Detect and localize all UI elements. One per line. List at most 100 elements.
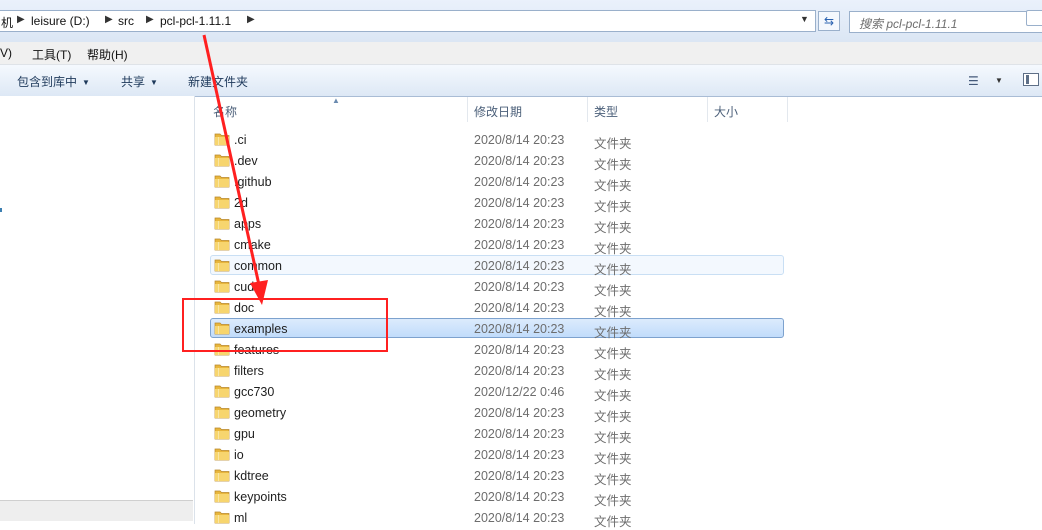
file-row[interactable]: apps 2020/8/14 20:23 文件夹 xyxy=(195,213,1042,235)
folder-icon xyxy=(214,490,230,503)
file-modified-date: 2020/8/14 20:23 xyxy=(474,448,565,462)
file-type: 文件夹 xyxy=(594,515,632,529)
column-divider[interactable] xyxy=(467,97,468,122)
folder-icon xyxy=(214,196,230,209)
file-row[interactable]: keypoints 2020/8/14 20:23 文件夹 xyxy=(195,486,1042,508)
file-name: gcc730 xyxy=(234,385,275,399)
include-in-library-button[interactable]: 包含到库中 ▼ xyxy=(17,73,90,90)
folder-icon xyxy=(214,448,230,461)
column-header-size[interactable]: 大小 xyxy=(714,103,738,120)
column-divider[interactable] xyxy=(787,97,788,122)
file-row[interactable]: io 2020/8/14 20:23 文件夹 xyxy=(195,444,1042,466)
column-header-row: ▲ 名称 修改日期 类型 大小 xyxy=(195,96,1042,123)
file-name: cuda xyxy=(234,280,262,294)
file-name: filters xyxy=(234,364,264,378)
address-history-dropdown-icon[interactable]: ▼ xyxy=(800,14,809,24)
view-dropdown-icon[interactable]: ▼ xyxy=(995,76,1003,85)
file-modified-date: 2020/8/14 20:23 xyxy=(474,196,565,210)
column-divider[interactable] xyxy=(707,97,708,122)
file-row[interactable]: cuda 2020/8/14 20:23 文件夹 xyxy=(195,276,1042,298)
search-input[interactable]: 搜索 pcl-pcl-1.11.1 xyxy=(849,10,1042,33)
file-name: geometry xyxy=(234,406,287,420)
column-header-date[interactable]: 修改日期 xyxy=(474,103,522,120)
navigation-pane[interactable] xyxy=(0,96,195,524)
breadcrumb-current-folder[interactable]: pcl-pcl-1.11.1 xyxy=(160,14,231,28)
file-row[interactable]: geometry 2020/8/14 20:23 文件夹 xyxy=(195,402,1042,424)
file-row[interactable]: ml 2020/8/14 20:23 文件夹 xyxy=(195,507,1042,529)
refresh-button[interactable]: ⇆ xyxy=(818,11,840,31)
refresh-icon: ⇆ xyxy=(823,14,835,28)
view-options-icon[interactable]: ☰ xyxy=(968,74,979,88)
file-name: .ci xyxy=(234,133,247,147)
share-button[interactable]: 共享 ▼ xyxy=(121,73,158,90)
file-modified-date: 2020/8/14 20:23 xyxy=(474,259,565,273)
file-row[interactable]: filters 2020/8/14 20:23 文件夹 xyxy=(195,360,1042,382)
breadcrumb-computer[interactable]: 机 xyxy=(1,14,13,31)
breadcrumb-separator-icon[interactable]: ▶ xyxy=(17,14,25,25)
breadcrumb-separator-icon[interactable]: ▶ xyxy=(247,14,255,25)
sort-ascending-icon: ▲ xyxy=(332,96,340,105)
file-name: .dev xyxy=(234,154,258,168)
file-name: apps xyxy=(234,217,262,231)
nav-horizontal-scrollbar[interactable] xyxy=(0,500,193,521)
address-bar[interactable]: 机 ▶ leisure (D:) ▶ src ▶ pcl-pcl-1.11.1 … xyxy=(0,10,816,32)
file-row[interactable]: gpu 2020/8/14 20:23 文件夹 xyxy=(195,423,1042,445)
chevron-down-icon: ▼ xyxy=(150,78,158,87)
column-divider[interactable] xyxy=(587,97,588,122)
folder-icon xyxy=(214,217,230,230)
address-bar-row: 机 ▶ leisure (D:) ▶ src ▶ pcl-pcl-1.11.1 … xyxy=(0,0,1042,42)
breadcrumb-separator-icon[interactable]: ▶ xyxy=(105,14,113,25)
folder-icon xyxy=(214,406,230,419)
file-name: gpu xyxy=(234,427,255,441)
menu-tools[interactable]: 工具(T) xyxy=(32,46,71,63)
file-name: keypoints xyxy=(234,490,287,504)
file-row[interactable]: cmake 2020/8/14 20:23 文件夹 xyxy=(195,234,1042,256)
file-name: kdtree xyxy=(234,469,269,483)
file-modified-date: 2020/8/14 20:23 xyxy=(474,490,565,504)
file-name: ml xyxy=(234,511,248,525)
file-row[interactable]: kdtree 2020/8/14 20:23 文件夹 xyxy=(195,465,1042,487)
include-in-library-label: 包含到库中 xyxy=(17,75,78,89)
file-row[interactable]: .dev 2020/8/14 20:23 文件夹 xyxy=(195,150,1042,172)
file-modified-date: 2020/8/14 20:23 xyxy=(474,301,565,315)
folder-icon xyxy=(214,469,230,482)
file-row[interactable]: .ci 2020/8/14 20:23 文件夹 xyxy=(195,129,1042,151)
folder-icon xyxy=(214,175,230,188)
folder-icon xyxy=(214,238,230,251)
file-modified-date: 2020/8/14 20:23 xyxy=(474,133,565,147)
column-header-type[interactable]: 类型 xyxy=(594,103,618,120)
file-modified-date: 2020/8/14 20:23 xyxy=(474,427,565,441)
breadcrumb-separator-icon[interactable]: ▶ xyxy=(146,14,154,25)
search-icon[interactable] xyxy=(1026,10,1042,26)
file-modified-date: 2020/8/14 20:23 xyxy=(474,280,565,294)
folder-icon xyxy=(214,259,230,272)
folder-icon xyxy=(214,154,230,167)
file-modified-date: 2020/8/14 20:23 xyxy=(474,217,565,231)
menu-view[interactable]: V) xyxy=(0,46,12,60)
file-name: io xyxy=(234,448,244,462)
folder-icon xyxy=(214,280,230,293)
file-modified-date: 2020/8/14 20:23 xyxy=(474,406,565,420)
folder-icon xyxy=(214,364,230,377)
menu-bar: V) 工具(T) 帮助(H) xyxy=(0,42,1042,65)
file-name: .github xyxy=(234,175,272,189)
file-modified-date: 2020/12/22 0:46 xyxy=(474,385,565,399)
command-toolbar: 包含到库中 ▼ 共享 ▼ 新建文件夹 ☰ ▼ xyxy=(0,65,1042,97)
file-row[interactable]: common 2020/8/14 20:23 文件夹 xyxy=(195,255,1042,277)
breadcrumb-drive[interactable]: leisure (D:) xyxy=(31,14,90,28)
breadcrumb-src[interactable]: src xyxy=(118,14,134,28)
file-row[interactable]: gcc730 2020/12/22 0:46 文件夹 xyxy=(195,381,1042,403)
file-modified-date: 2020/8/14 20:23 xyxy=(474,511,565,525)
folder-icon xyxy=(214,133,230,146)
highlight-box xyxy=(182,298,388,352)
file-name: 2d xyxy=(234,196,248,210)
file-row[interactable]: 2d 2020/8/14 20:23 文件夹 xyxy=(195,192,1042,214)
file-modified-date: 2020/8/14 20:23 xyxy=(474,322,565,336)
preview-pane-icon[interactable] xyxy=(1023,73,1039,86)
new-folder-button[interactable]: 新建文件夹 xyxy=(188,73,248,90)
folder-icon xyxy=(214,427,230,440)
column-header-name[interactable]: 名称 xyxy=(213,103,237,120)
menu-help[interactable]: 帮助(H) xyxy=(87,46,128,63)
file-row[interactable]: .github 2020/8/14 20:23 文件夹 xyxy=(195,171,1042,193)
file-name: cmake xyxy=(234,238,271,252)
